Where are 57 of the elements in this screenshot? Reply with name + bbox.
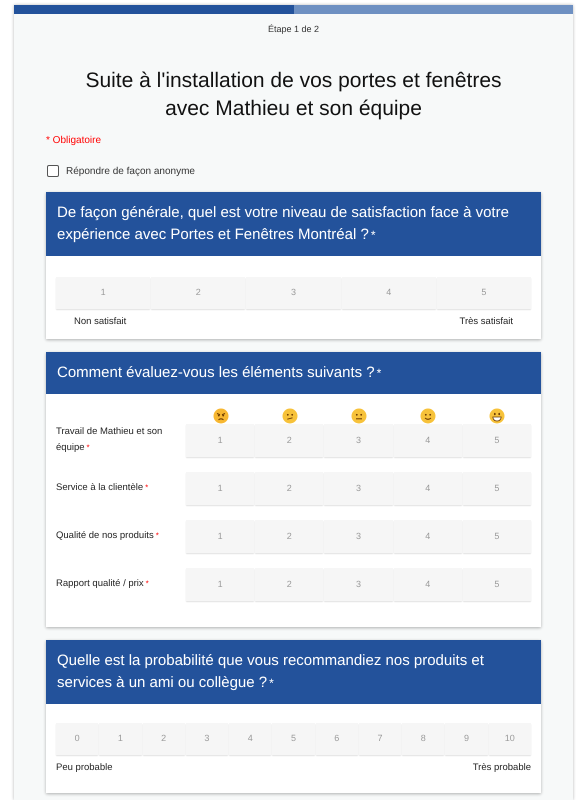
- rating-option[interactable]: 3: [324, 568, 393, 601]
- rating-option[interactable]: 2: [255, 520, 324, 553]
- rating-option[interactable]: 3: [324, 424, 393, 457]
- question-title: De façon générale, quel est votre niveau de satisfaction face à votre expérience avec Portes et Fenêtres Montréal ?*: [57, 202, 510, 244]
- rating-option[interactable]: 2: [255, 568, 324, 601]
- rating-option[interactable]: 2: [151, 276, 246, 308]
- rating-option[interactable]: 10: [488, 722, 531, 755]
- rating-option[interactable]: 4: [229, 722, 272, 755]
- neutral-face-icon: [350, 408, 366, 424]
- rating-option[interactable]: 1: [186, 424, 254, 457]
- rating-option[interactable]: 6: [316, 722, 358, 755]
- rating-option[interactable]: 5: [462, 472, 532, 505]
- rating-option[interactable]: 3: [246, 276, 341, 308]
- rating-option[interactable]: 3: [186, 722, 228, 755]
- rating-option[interactable]: 3: [324, 472, 393, 505]
- rating-option[interactable]: 4: [394, 472, 462, 505]
- rating-option[interactable]: 1: [186, 472, 254, 505]
- row-label: Rapport qualité / prix *: [56, 577, 150, 592]
- row-label: Qualité de nos produits *: [56, 529, 160, 544]
- rating-option[interactable]: 2: [142, 722, 185, 755]
- angry-face-icon: [212, 408, 228, 424]
- rating-option[interactable]: 2: [255, 472, 324, 505]
- rating-option[interactable]: 1: [99, 722, 142, 755]
- rating-option[interactable]: 4: [394, 520, 462, 553]
- confused-face-icon: [282, 408, 298, 424]
- scale-high-label: Très probable: [472, 760, 531, 775]
- rating-option[interactable]: 4: [394, 424, 462, 457]
- step-indicator: Étape 1 de 2: [266, 23, 320, 36]
- rating-option[interactable]: 5: [462, 424, 532, 457]
- rating-option[interactable]: 0: [56, 722, 98, 755]
- scale-low-label: Non satisfait: [74, 314, 126, 328]
- checkbox[interactable]: [47, 165, 59, 177]
- row-label: Travail de Mathieu et son équipe *: [56, 425, 164, 456]
- rating-option[interactable]: 1: [186, 520, 254, 553]
- rating-option[interactable]: 1: [186, 568, 254, 601]
- checkbox-label: Répondre de façon anonyme: [66, 164, 195, 178]
- scale-high-label: Très satisfait: [460, 314, 513, 328]
- required-note: * Obligatoire: [46, 134, 102, 148]
- rating-option[interactable]: 9: [445, 722, 488, 755]
- row-label: Service à la clientèle *: [56, 481, 150, 496]
- question-title: Quelle est la probabilité que vous recommandiez nos produits et services à un ami ou collègue ?*: [57, 650, 485, 693]
- rating-option[interactable]: 2: [255, 424, 324, 457]
- rating-option[interactable]: 5: [462, 520, 532, 553]
- rating-option[interactable]: 4: [342, 276, 436, 308]
- rating-option[interactable]: 8: [402, 722, 444, 755]
- rating-option[interactable]: 1: [56, 276, 150, 308]
- question-title: Comment évaluez-vous les éléments suivants ?*: [57, 362, 382, 383]
- rating-option[interactable]: 5: [436, 276, 532, 308]
- rating-option[interactable]: 7: [358, 722, 402, 755]
- grinning-face-icon: [488, 408, 504, 424]
- smiling-face-icon: [420, 408, 436, 424]
- rating-option[interactable]: 5: [462, 568, 532, 601]
- rating-option[interactable]: 4: [394, 568, 462, 601]
- rating-option[interactable]: 3: [324, 520, 393, 553]
- form-title: Suite à l'installation de vos portes et fenêtres avec Mathieu et son équipe: [84, 68, 503, 122]
- rating-option[interactable]: 5: [272, 722, 315, 755]
- scale-low-label: Peu probable: [56, 760, 113, 775]
